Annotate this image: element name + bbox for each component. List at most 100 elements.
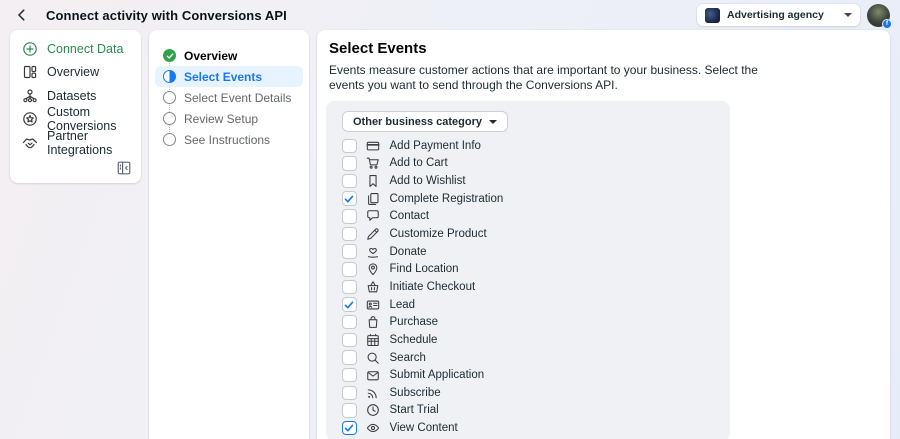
event-label: Donate (390, 246, 427, 258)
datasets-icon (22, 88, 38, 104)
event-row-search[interactable]: Search (326, 349, 730, 367)
event-checkbox[interactable] (342, 244, 357, 259)
event-checkbox[interactable] (342, 191, 357, 206)
sidebar-item-custom-conversions[interactable]: Custom Conversions (10, 108, 141, 132)
sidebar-item-partner-integrations[interactable]: Partner Integrations (10, 131, 141, 155)
cart-icon (366, 156, 380, 170)
setup-stepper: Overview Select Events Select Event Detail… (149, 30, 309, 439)
step-overview[interactable]: Overview (155, 45, 303, 66)
events-list: Add Payment Info Add to Cart Add to Wishli… (326, 137, 730, 437)
sidebar-item-datasets[interactable]: Datasets (10, 84, 141, 108)
plus-circle-icon (22, 41, 38, 57)
sidebar-item-connect-data[interactable]: Connect Data (10, 37, 141, 61)
event-row-customize-product[interactable]: Customize Product (326, 225, 730, 243)
event-checkbox[interactable] (342, 227, 357, 242)
avatar[interactable]: f (867, 4, 890, 27)
event-label: Lead (390, 299, 416, 311)
event-row-schedule[interactable]: Schedule (326, 331, 730, 349)
main-panel: Select Events Events measure customer ac… (317, 30, 890, 439)
step-select-events[interactable]: Select Events (155, 66, 303, 87)
event-row-lead[interactable]: Lead (326, 296, 730, 314)
event-label: Add Payment Info (390, 140, 481, 152)
event-checkbox[interactable] (342, 209, 357, 224)
sidebar-item-label: Connect Data (47, 42, 123, 56)
event-row-donate[interactable]: Donate (326, 243, 730, 261)
event-label: Search (390, 352, 426, 364)
event-checkbox[interactable] (342, 156, 357, 171)
event-label: Find Location (390, 263, 459, 275)
step-active-icon (163, 70, 176, 83)
event-row-initiate-checkout[interactable]: Initiate Checkout (326, 278, 730, 296)
business-logo-icon (705, 8, 720, 23)
events-panel: Other business category Add Payment Info… (326, 101, 730, 439)
collapse-panel-icon[interactable] (116, 160, 132, 176)
back-button[interactable] (12, 5, 32, 25)
event-row-complete-registration[interactable]: Complete Registration (326, 190, 730, 208)
event-row-submit-application[interactable]: Submit Application (326, 366, 730, 384)
event-checkbox[interactable] (342, 368, 357, 383)
business-account-label: Advertising agency (727, 9, 824, 21)
sidebar-item-label: Partner Integrations (47, 129, 129, 157)
calendar-icon (366, 333, 380, 347)
rss-icon (366, 386, 380, 400)
step-done-icon (163, 49, 176, 62)
star-circle-icon (22, 111, 38, 127)
overview-icon (22, 64, 38, 80)
event-checkbox[interactable] (342, 297, 357, 312)
step-label: Overview (184, 49, 237, 63)
event-row-contact[interactable]: Contact (326, 208, 730, 226)
event-row-view-content[interactable]: View Content (326, 419, 730, 437)
caret-down-icon (844, 13, 852, 17)
sidebar-item-label: Datasets (47, 89, 96, 103)
left-sidebar: Connect Data Overview Datasets Custom Conve… (10, 30, 141, 183)
event-label: Add to Wishlist (390, 175, 466, 187)
chat-bubble-icon (366, 209, 380, 223)
event-checkbox[interactable] (342, 350, 357, 365)
event-label: Customize Product (390, 228, 487, 240)
event-checkbox[interactable] (342, 139, 357, 154)
page-title: Connect activity with Conversions API (46, 8, 287, 23)
event-checkbox[interactable] (342, 280, 357, 295)
event-checkbox[interactable] (342, 262, 357, 277)
basket-icon (366, 280, 380, 294)
sidebar-item-overview[interactable]: Overview (10, 61, 141, 85)
event-checkbox[interactable] (342, 333, 357, 348)
event-row-purchase[interactable]: Purchase (326, 313, 730, 331)
event-row-add-payment-info[interactable]: Add Payment Info (326, 137, 730, 155)
pencil-icon (366, 227, 380, 241)
step-label: Select Event Details (184, 91, 291, 105)
event-checkbox[interactable] (342, 315, 357, 330)
step-todo-icon (163, 112, 176, 125)
event-row-add-to-wishlist[interactable]: Add to Wishlist (326, 172, 730, 190)
event-checkbox[interactable] (342, 403, 357, 418)
step-label: Select Events (184, 70, 262, 84)
sidebar-nav: Connect Data Overview Datasets Custom Conve… (10, 37, 141, 155)
top-header: Connect activity with Conversions API Ad… (0, 0, 900, 30)
event-checkbox[interactable] (342, 174, 357, 189)
business-category-dropdown[interactable]: Other business category (342, 111, 508, 132)
event-label: Contact (390, 210, 430, 222)
event-label: Purchase (390, 316, 439, 328)
bookmark-icon (366, 174, 380, 188)
event-row-find-location[interactable]: Find Location (326, 260, 730, 278)
eye-icon (366, 421, 380, 435)
search-icon (366, 351, 380, 365)
caret-down-icon (489, 120, 497, 124)
step-see-instructions[interactable]: See Instructions (155, 129, 303, 150)
event-row-start-trial[interactable]: Start Trial (326, 402, 730, 420)
event-row-subscribe[interactable]: Subscribe (326, 384, 730, 402)
chevron-left-icon (15, 8, 29, 22)
envelope-icon (366, 368, 380, 382)
business-account-dropdown[interactable]: Advertising agency (697, 4, 860, 26)
event-checkbox[interactable] (342, 421, 357, 436)
business-category-label: Other business category (353, 116, 482, 128)
sidebar-item-label: Overview (47, 65, 99, 79)
step-review-setup[interactable]: Review Setup (155, 108, 303, 129)
step-select-event-details[interactable]: Select Event Details (155, 87, 303, 108)
event-label: Schedule (390, 334, 438, 346)
event-label: Subscribe (390, 387, 441, 399)
event-label: Add to Cart (390, 157, 448, 169)
event-checkbox[interactable] (342, 386, 357, 401)
section-description: Events measure customer actions that are… (326, 63, 758, 93)
event-row-add-to-cart[interactable]: Add to Cart (326, 155, 730, 173)
